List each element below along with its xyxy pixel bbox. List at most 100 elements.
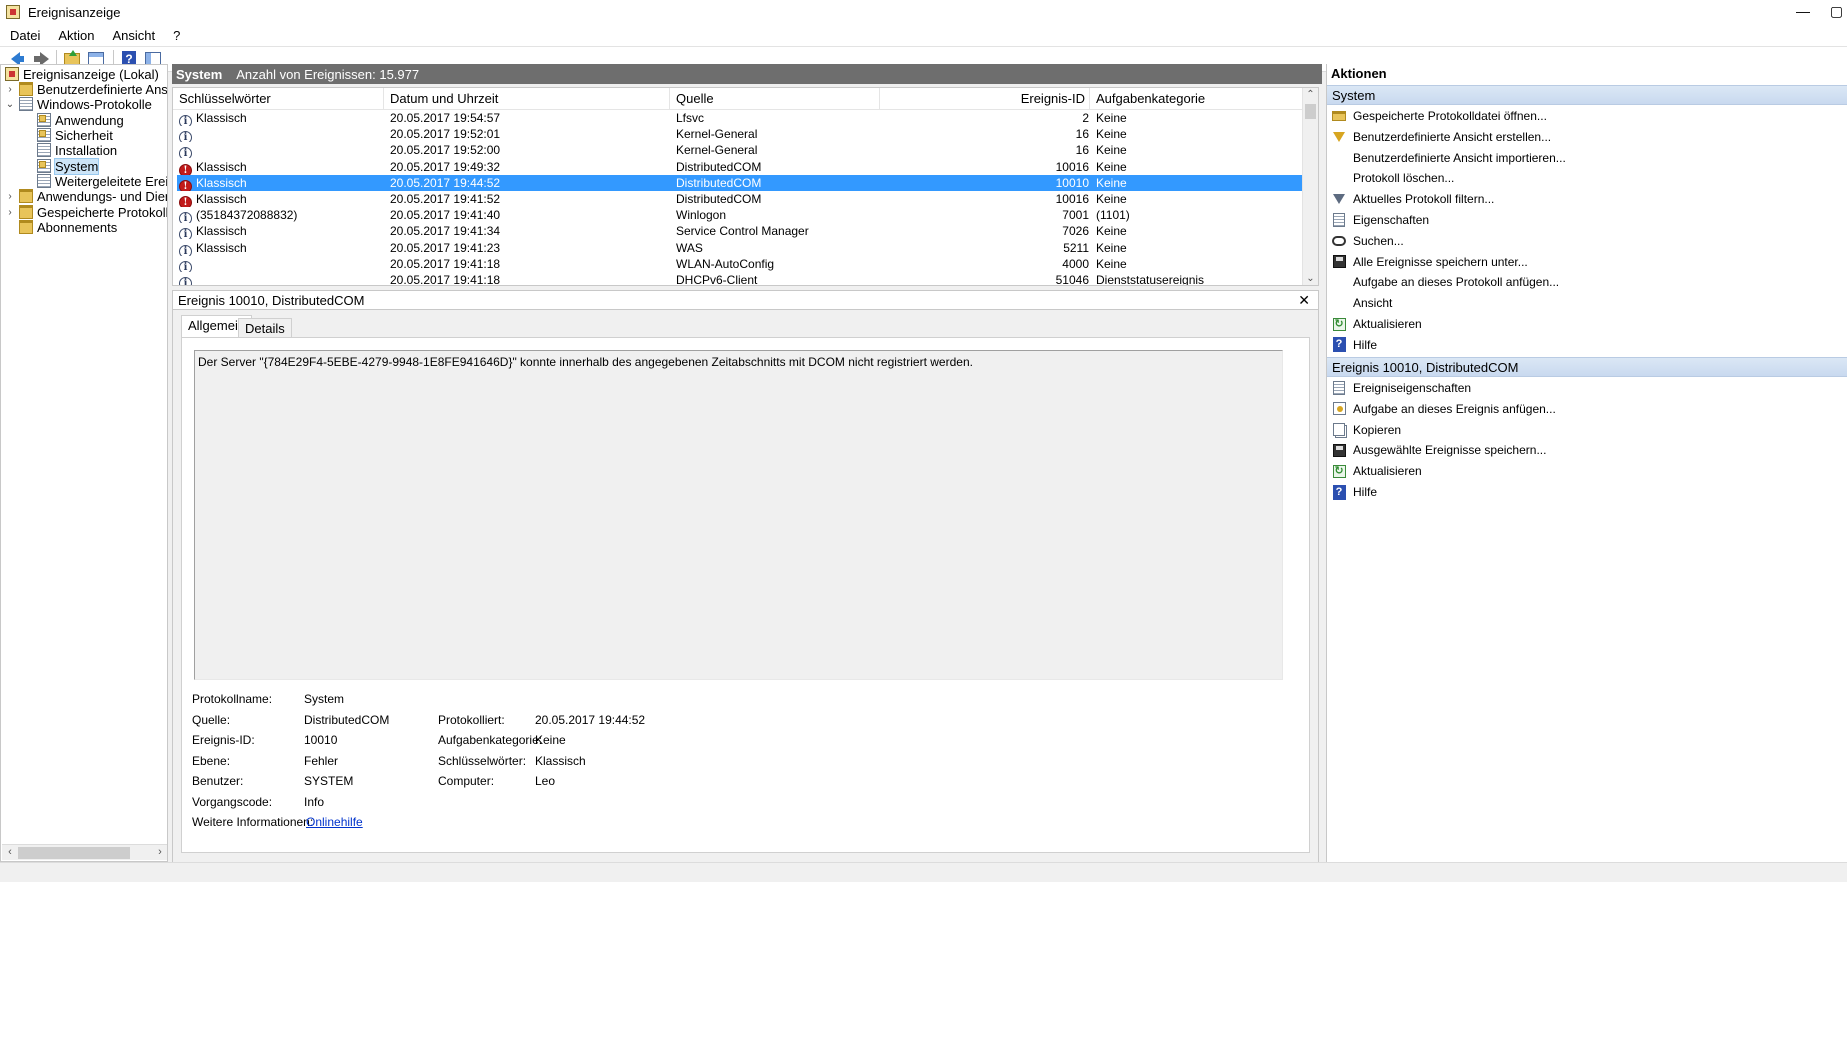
tree-item-installation[interactable]: Installation (37, 142, 117, 158)
cell-text: Keine (1096, 256, 1127, 271)
value-logged: 20.05.2017 19:44:52 (535, 713, 646, 727)
cell-text: 20.05.2017 19:41:18 (390, 256, 501, 271)
online-help-link[interactable]: Onlinehilfe (306, 815, 363, 829)
label-task-category: Aufgabenkategorie: (438, 733, 543, 747)
table-row[interactable]: i 20.05.2017 19:41:18 DHCPv6-Client 51046 Di… (177, 272, 1302, 285)
folder-icon (19, 220, 33, 234)
action-item[interactable]: Gespeicherte Protokolldatei öffnen... (1327, 106, 1847, 126)
table-row[interactable]: i Klassisch 20.05.2017 19:41:23 WAS 5211 Kein… (177, 240, 1302, 256)
tree-item-apps-services[interactable]: › Anwendungs- und Dienstprotokolle (5, 188, 167, 204)
scroll-up-icon[interactable]: ⌃ (1303, 89, 1318, 100)
value-keywords: Klassisch (535, 754, 586, 768)
label-logged: Protokolliert: (438, 713, 505, 727)
action-item[interactable]: Kopieren (1327, 420, 1847, 440)
table-row[interactable]: i 20.05.2017 19:41:18 WLAN-AutoConfig 4000 K… (177, 256, 1302, 272)
label-user: Benutzer: (192, 774, 244, 788)
table-row[interactable]: i (35184372088832) 20.05.2017 19:41:40 Winl… (177, 207, 1302, 224)
table-row[interactable]: ! Klassisch 20.05.2017 19:41:52 Distributed… (177, 191, 1302, 207)
action-item[interactable]: Eigenschaften (1327, 210, 1847, 230)
tree-item-windows-logs[interactable]: ⌄ Windows-Protokolle (5, 96, 152, 112)
action-item[interactable]: Ereigniseigenschaften (1327, 378, 1847, 398)
tree-horizontal-scrollbar[interactable]: ‹ › (2, 844, 167, 860)
minimize-button[interactable]: — (1780, 0, 1826, 24)
action-label: Aktualisieren (1353, 464, 1422, 479)
folder-icon (19, 189, 33, 203)
action-item[interactable]: Protokoll löschen... (1327, 168, 1847, 188)
column-header-source[interactable]: Quelle (670, 88, 880, 110)
action-item[interactable]: Ansicht (1327, 293, 1847, 313)
tree-root[interactable]: Ereignisanzeige (Lokal) (5, 66, 159, 82)
menu-help[interactable]: ? (173, 28, 180, 43)
table-cell-date: 20.05.2017 19:54:57 (390, 110, 670, 126)
table-cell-source: Lfsvc (676, 110, 881, 126)
action-item[interactable]: ? Hilfe (1327, 482, 1847, 502)
tree-item-forwarded-events[interactable]: Weitergeleitete Ereignisse (37, 173, 167, 189)
actions-section-event[interactable]: Ereignis 10010, DistributedCOM (1327, 357, 1847, 377)
column-header-keywords[interactable]: Schlüsselwörter (173, 88, 384, 110)
scroll-left-icon[interactable]: ‹ (3, 846, 17, 858)
menu-aktion[interactable]: Aktion (58, 28, 94, 43)
action-item[interactable]: ↻ Aktualisieren (1327, 461, 1847, 481)
table-cell-date: 20.05.2017 19:41:18 (390, 272, 670, 285)
tree-item-anwendung[interactable]: Anwendung (37, 112, 124, 128)
error-icon: ! (179, 179, 192, 191)
tab-details[interactable]: Details (238, 318, 292, 338)
tree-item-subscriptions[interactable]: Abonnements (19, 219, 117, 235)
column-header-date[interactable]: Datum und Uhrzeit (384, 88, 670, 110)
action-item[interactable]: Aufgabe an dieses Protokoll anfügen... (1327, 272, 1847, 292)
tree-item-saved-logs[interactable]: › Gespeicherte Protokolle (5, 204, 167, 220)
log-icon (37, 159, 51, 173)
cell-text: 20.05.2017 19:41:23 (390, 240, 501, 255)
grid-vertical-scrollbar[interactable]: ⌃ ⌄ (1302, 88, 1318, 285)
cell-text: Keine (1096, 175, 1127, 190)
table-cell-source: Kernel-General (676, 126, 881, 142)
table-row[interactable]: i 20.05.2017 19:52:00 Kernel-General 16 Kein… (177, 142, 1302, 159)
scrollbar-thumb[interactable] (1305, 104, 1316, 119)
cell-text: 10016 (1055, 159, 1089, 174)
action-item[interactable]: Benutzerdefinierte Ansicht erstellen... (1327, 127, 1847, 147)
table-row[interactable]: i Klassisch 20.05.2017 19:54:57 Lfsvc 2 Keine (177, 110, 1302, 126)
collapse-chevron-icon[interactable]: ⌄ (5, 99, 15, 110)
expand-chevron-icon[interactable]: › (5, 191, 15, 202)
menu-datei[interactable]: Datei (10, 28, 40, 43)
action-item[interactable]: ↻ Aktualisieren (1327, 314, 1847, 334)
column-header-event-id[interactable]: Ereignis-ID (880, 88, 1090, 110)
tree-item-sicherheit[interactable]: Sicherheit (37, 127, 113, 143)
action-item[interactable]: ? Hilfe (1327, 335, 1847, 355)
table-row[interactable]: i 20.05.2017 19:52:01 Kernel-General 16 Kein… (177, 126, 1302, 143)
actions-section-system[interactable]: System (1327, 85, 1847, 105)
expand-chevron-icon[interactable]: › (5, 84, 15, 95)
table-row[interactable]: i Klassisch 20.05.2017 19:41:34 Service Con… (177, 223, 1302, 240)
tree-item-system[interactable]: System (37, 157, 100, 175)
action-item[interactable]: Benutzerdefinierte Ansicht importieren..… (1327, 148, 1847, 168)
tree-item-custom-views[interactable]: › Benutzerdefinierte Ansichten (5, 81, 167, 97)
scroll-down-icon[interactable]: ⌄ (1303, 273, 1318, 284)
scroll-right-icon[interactable]: › (153, 846, 167, 858)
action-item[interactable]: Alle Ereignisse speichern unter... (1327, 252, 1847, 272)
cell-text: 16 (1075, 127, 1089, 142)
action-item[interactable]: Suchen... (1327, 231, 1847, 251)
cell-text: 20.05.2017 19:41:34 (390, 224, 501, 239)
detail-title: Ereignis 10010, DistributedCOM (178, 292, 365, 308)
action-item[interactable]: Ausgewählte Ereignisse speichern... (1327, 440, 1847, 460)
value-level: Fehler (304, 754, 339, 768)
table-cell-category: Keine (1096, 175, 1296, 191)
table-row[interactable]: ! Klassisch 20.05.2017 19:44:52 Distributed… (177, 174, 1302, 191)
table-cell-date: 20.05.2017 19:41:40 (390, 207, 670, 223)
close-icon[interactable]: ✕ (1298, 291, 1310, 309)
scrollbar-thumb[interactable] (18, 847, 130, 859)
table-cell-source: DHCPv6-Client (676, 272, 881, 285)
expand-chevron-icon[interactable]: › (5, 207, 15, 218)
cell-text: 20.05.2017 19:52:00 (390, 143, 501, 158)
action-item[interactable]: Aktuelles Protokoll filtern... (1327, 189, 1847, 209)
menu-ansicht[interactable]: Ansicht (113, 28, 156, 43)
action-item[interactable]: Aufgabe an dieses Ereignis anfügen... (1327, 399, 1847, 419)
restore-button[interactable]: ▢ (1826, 0, 1847, 24)
event-viewer-app-icon (6, 5, 20, 19)
table-cell-date: 20.05.2017 19:44:52 (390, 175, 670, 191)
grid-header: Schlüsselwörter Datum und Uhrzeit Quelle… (173, 88, 1304, 110)
table-row[interactable]: ! Klassisch 20.05.2017 19:49:32 Distributed… (177, 159, 1302, 175)
detail-header: Ereignis 10010, DistributedCOM ✕ (172, 290, 1319, 310)
column-header-task-category[interactable]: Aufgabenkategorie (1090, 88, 1304, 110)
action-label: Ereigniseigenschaften (1353, 381, 1472, 395)
